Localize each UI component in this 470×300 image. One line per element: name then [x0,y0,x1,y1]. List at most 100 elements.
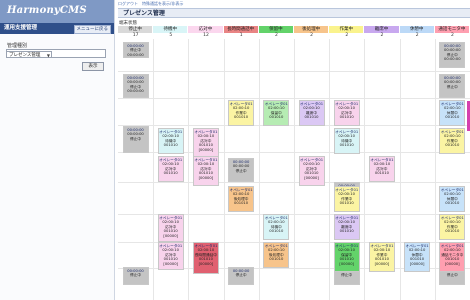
card-line: 001010 [445,115,460,120]
column-header: 通話モニタ中 [434,26,470,33]
agent-status-card[interactable]: 00:00:00 00:00:00 停止中 00:00:00 [439,42,466,68]
logo-band: HarmonyCMS [0,0,114,23]
column-divider [153,39,155,300]
row-divider [118,98,470,99]
card-line: 00:00:00 [127,52,144,57]
card-line: 001010 [339,229,354,234]
toggle-special-calls-link[interactable]: 特殊通話を表示/非表示 [142,1,183,7]
card-line: [00000] [339,261,354,266]
card-line: 001010 [374,171,389,176]
card-line: 001010 [339,143,354,148]
column-count: 12 [203,33,209,38]
agent-status-card[interactable]: オペレータ01 02:00:10 保留中 001010 [263,100,290,126]
agent-status-card[interactable]: 00:00:0000:00:00停止中 [122,126,149,153]
card-line: [00000] [198,175,214,180]
agent-status-card[interactable]: オペレータ01 02:00:10 保留中 001010 [00000] [333,242,360,272]
agent-status-card[interactable]: 00:00:00 00:00:00 停止中 00:00:00 [122,74,149,98]
card-line: 001010 [269,115,284,120]
agent-status-card[interactable]: オペレータ01 02:00:10 応対中 001010 [00000] [157,214,184,242]
agent-status-card[interactable]: オペレータ01 02:00:10 休憩中 001010 [439,186,466,212]
column-divider [364,39,366,300]
column-count: 2 [345,33,349,38]
column-count: 1 [239,33,243,38]
column-count: 17 [132,33,139,38]
agent-status-card[interactable]: オペレータ01 02:00:10 応対中 001010 [157,156,184,182]
agent-status-card[interactable]: オペレータ01 02:00:10 待機中 001010 [333,128,360,154]
agent-status-card[interactable]: オペレータ01 02:00:10 待機中 001010 [157,128,184,154]
card-line: 停止中 [446,273,458,278]
page-title: プレゼンス管理 [118,8,470,18]
show-button[interactable]: 表示 [82,62,104,71]
card-line: 00:00:00 [444,57,461,62]
agent-status-card[interactable]: オペレータ01 02:00:10 後処理中 001010 [228,186,255,212]
logout-link[interactable]: ログアウト [118,1,138,7]
agent-status-card[interactable]: オペレータ01 02:00:10 応対中 001010 [00000] [298,156,325,186]
card-line: 001010 [163,171,178,176]
card-line: 001010 [445,143,460,148]
column-count: 2 [450,33,454,38]
card-line: 001010 [304,115,319,120]
card-line: [00000] [163,233,178,238]
section-header: 運用支援管理 メニューに戻る [0,23,114,34]
agent-status-card[interactable]: オペレータ01 02:00:10 応対中 001010 [368,156,395,182]
column-header: 応対中 [188,26,224,33]
management-type-select-value: プレゼンス管理 [9,53,41,58]
column-header: 離席中 [364,26,400,33]
agent-status-card[interactable]: オペレータ01 02:00:10 長時間通話中 001010 [00000] [192,242,219,274]
card-line: 001010 [234,201,249,206]
agent-status-card[interactable]: オペレータ01 02:00:10 休憩中 001010 [439,100,466,126]
column-count: 2 [274,33,278,38]
agent-status-card[interactable]: オペレータ01 02:00:10 後処理中 001010 [263,242,290,268]
column-header: 後処理中 [294,26,330,33]
card-line: 00:00:00 [127,89,144,94]
agent-status-card[interactable]: オペレータ01 02:00:10 応対中 001010 [00000] [192,128,219,158]
agent-status-card[interactable]: オペレータ01 02:00:10 作業中 001010 [333,186,360,212]
column-count: 5 [169,33,173,38]
card-line: 停止中 [129,136,142,141]
row-divider [118,125,470,126]
column-header: 長時間通話中 [223,26,259,33]
agent-status-card[interactable]: 00:00:0000:00:00停止中 [439,74,466,98]
row-divider [118,182,470,183]
column-count: 2 [310,33,314,38]
agent-status-card[interactable]: オペレータ01 02:00:10 作業中 001010 [00000] [368,242,395,272]
back-to-menu-button[interactable]: メニューに戻る [73,25,111,34]
presence-grid: 停止中 17 待機中 5 応対中 12 長時間通話中 1 保留中 2 後処理中 2 作業中 2 離席中 2 休憩… [118,26,470,300]
agent-status-card[interactable]: オペレータ01 02:00:10 応対中 001010 [333,100,360,126]
agent-status-card[interactable]: オペレータ01 02:00:10 作業中 001010 [228,100,255,126]
agent-status-card[interactable]: 00:00:00停止中 [228,267,255,285]
card-line: 停止中 [446,84,458,89]
agent-status-card[interactable]: オペレータ01 02:00:10 応対中 001010 [00000] [157,242,184,270]
column-header: 停止中 [118,26,154,33]
card-line: 001010 [269,229,284,234]
agent-status-card[interactable]: オペレータ01 02:00:10 作業中 001010 [439,214,466,240]
card-line: 001010 [339,115,354,120]
sidebar: HarmonyCMS 運用支援管理 メニューに戻る 管理種別 プレゼンス管理 ▼… [0,0,115,300]
chevron-down-icon: ▼ [46,53,50,58]
agent-status-card[interactable]: 00:00:00停止中 [122,267,149,285]
agent-status-card[interactable]: オペレータ01 02:00:10 応対中 001010 [00000] [192,156,219,186]
agent-status-card[interactable]: オペレータ01 02:00:10 休憩中 001010 [00000] [404,242,431,272]
card-line: [00000] [198,261,214,266]
agent-status-card[interactable]: オペレータ01 02:00:10 通話モニタ中 001010 [00000] [439,242,466,272]
agent-status-card[interactable]: オペレータ01 02:00:10 離席中 001010 [333,214,360,240]
agent-status-card[interactable]: 00:00:0000:00:00停止中 [228,158,255,182]
column-header: 休憩中 [399,26,435,33]
agent-status-card[interactable]: 00:00:00 停止中 00:00:00 [122,42,149,58]
card-line: [00000] [304,175,319,180]
card-line: [00000] [444,261,460,266]
card-line: 001010 [269,257,284,262]
section-title: 運用支援管理 [4,25,38,31]
column-header: 保留中 [258,26,294,33]
agent-status-card[interactable]: オペレータ01 02:00:10 待機中 001010 [263,214,290,240]
card-line: 001010 [163,143,178,148]
column-divider [294,39,295,300]
management-type-select[interactable]: プレゼンス管理 ▼ [6,51,52,58]
agent-status-card[interactable]: オペレータ01 02:00:10 離席中 001010 [298,100,325,126]
card-line: 停止中 [235,273,247,278]
card-line: 停止中 [129,273,142,278]
card-line: 停止中 [341,273,353,278]
card-line: 001010 [234,115,249,120]
card-line: [00000] [198,147,214,152]
agent-status-card[interactable]: オペレータ01 02:00:10 作業中 001010 [439,128,466,154]
